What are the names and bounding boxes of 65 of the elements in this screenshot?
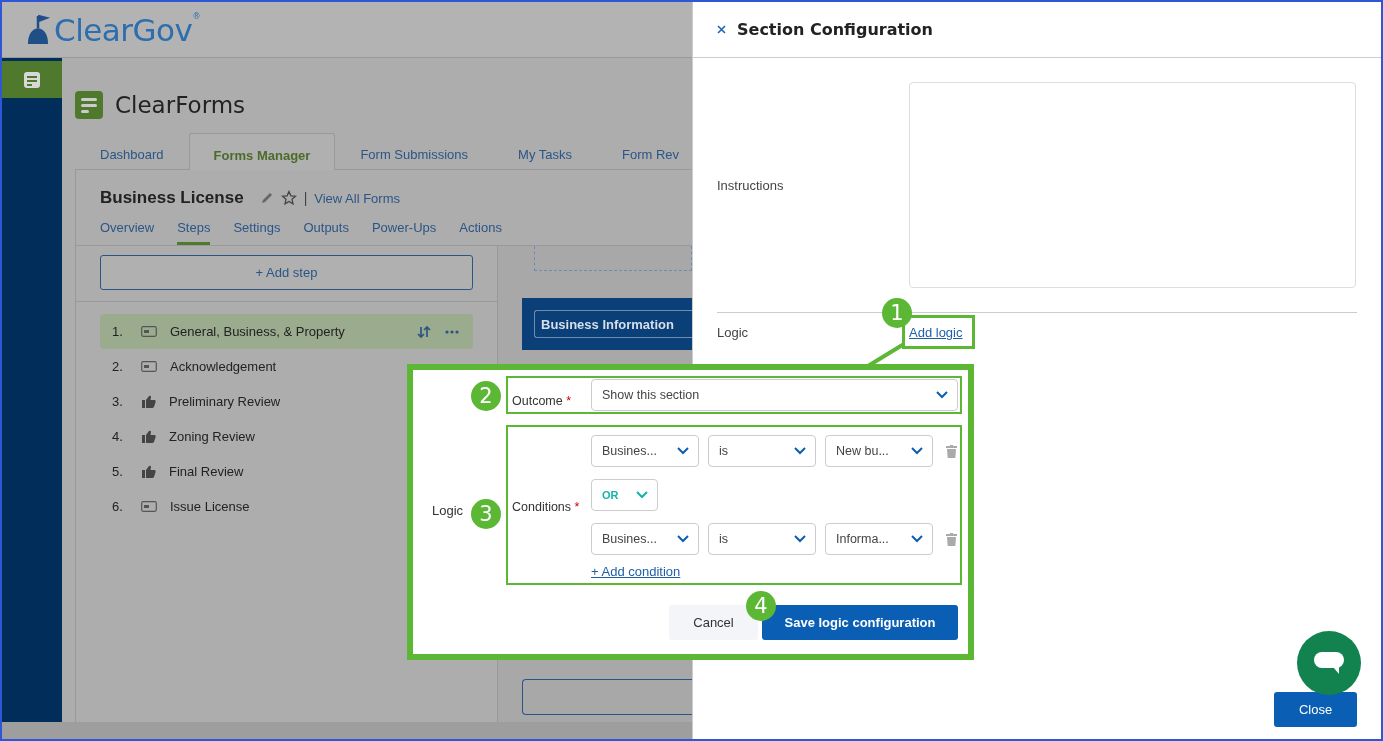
thumbs-up-icon xyxy=(142,465,156,478)
scrollbar[interactable] xyxy=(2,722,692,739)
tab[interactable]: Dashboard xyxy=(75,132,189,169)
step-item[interactable]: 5. Final Review xyxy=(100,454,473,489)
app-title: ClearForms xyxy=(115,92,246,118)
field-label: Logic xyxy=(717,324,750,340)
logo-text: ClearGov$^{®}$ xyxy=(54,11,200,48)
sub-tab[interactable]: Settings xyxy=(233,220,281,245)
field-label: Logic xyxy=(432,503,464,518)
chevron-down-icon xyxy=(677,447,689,455)
sub-tab[interactable]: Outputs xyxy=(303,220,349,245)
step-item[interactable]: 1. General, Business, & Property xyxy=(100,314,473,349)
chevron-down-icon xyxy=(936,391,948,399)
chevron-down-icon xyxy=(794,447,806,455)
add-condition-link[interactable]: + Add condition xyxy=(591,564,681,579)
section-icon xyxy=(141,501,157,512)
field-label: Instructions xyxy=(717,177,785,193)
view-all-forms-link[interactable]: View All Forms xyxy=(314,190,400,206)
section-title: Business Information xyxy=(541,317,674,332)
tab[interactable]: My Tasks xyxy=(493,132,597,169)
instructions-field[interactable] xyxy=(909,82,1356,288)
sub-tab[interactable]: Overview xyxy=(100,220,155,245)
section-icon xyxy=(141,326,157,337)
nav-item[interactable] xyxy=(2,61,62,98)
trash-icon[interactable] xyxy=(946,444,957,458)
chevron-down-icon xyxy=(636,491,648,499)
form-icon xyxy=(23,70,41,89)
step-item[interactable]: 4. Zoning Review xyxy=(100,419,473,454)
chevron-down-icon xyxy=(911,535,923,543)
thumbs-up-icon xyxy=(142,430,156,443)
value-select[interactable]: Informa... xyxy=(825,523,933,555)
form-title: Business License xyxy=(100,188,244,208)
field-label: Outcome * xyxy=(511,394,573,408)
thumbs-up-icon xyxy=(142,395,156,408)
sub-tab[interactable]: Power-Ups xyxy=(371,220,437,245)
more-icon[interactable] xyxy=(445,329,459,334)
tab[interactable]: Form Submissions xyxy=(335,132,494,169)
step-item[interactable]: 3. Preliminary Review xyxy=(100,384,473,419)
star-icon[interactable] xyxy=(280,190,297,206)
operator-select[interactable]: is xyxy=(708,523,816,555)
chevron-down-icon xyxy=(794,535,806,543)
field-label: Conditions * xyxy=(511,500,581,514)
step-item[interactable]: 2. Acknowledgement xyxy=(100,349,473,384)
add-step-button[interactable]: + Add step xyxy=(100,255,473,290)
chevron-down-icon xyxy=(911,447,923,455)
reorder-icon[interactable] xyxy=(417,325,431,338)
field-select[interactable]: Busines... xyxy=(591,523,699,555)
close-button[interactable]: Close xyxy=(1274,692,1357,727)
operator-select[interactable]: is xyxy=(708,435,816,467)
chat-bubble-icon xyxy=(1313,650,1345,676)
bell-flag-icon xyxy=(26,13,52,46)
close-icon[interactable] xyxy=(717,25,726,34)
value-select[interactable]: New bu... xyxy=(825,435,933,467)
chevron-down-icon xyxy=(677,535,689,543)
field-select[interactable]: Busines... xyxy=(591,435,699,467)
sub-tab[interactable]: Steps xyxy=(177,220,211,245)
form-icon xyxy=(75,91,103,119)
add-logic-link[interactable]: Add logic xyxy=(909,325,963,340)
outcome-select[interactable]: Show this section xyxy=(591,379,958,411)
separator-text: | xyxy=(303,190,308,206)
section-icon xyxy=(141,361,157,372)
trash-icon[interactable] xyxy=(946,532,957,546)
pencil-icon[interactable] xyxy=(259,191,274,205)
sub-tab[interactable]: Actions xyxy=(459,220,502,245)
drawer-title: Section Configuration xyxy=(737,20,933,39)
